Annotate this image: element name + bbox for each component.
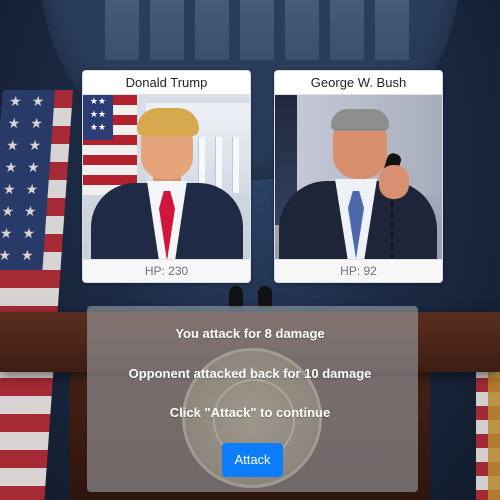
background-window: [285, 0, 319, 60]
american-flag-left: ★ ★ ★ ★ ★ ★ ★ ★ ★ ★ ★ ★ ★ ★ ★ ★: [0, 90, 74, 500]
background-window: [330, 0, 364, 60]
fighter-name: Donald Trump: [83, 71, 250, 95]
microphone-icon: [258, 286, 272, 308]
attack-button[interactable]: Attack: [222, 443, 283, 477]
battle-log-line: You attack for 8 damage: [175, 326, 325, 341]
fighter-hp: HP: 92: [275, 259, 442, 282]
fighter-name: George W. Bush: [275, 71, 442, 95]
portrait-hair: [137, 108, 199, 136]
fighter-portrait: ★★ ★★ ★★: [83, 95, 250, 259]
portrait-flag: ★★ ★★ ★★: [83, 95, 137, 195]
background-window: [240, 0, 274, 60]
phone-cord: [391, 191, 403, 259]
portrait-column: [232, 137, 239, 193]
background-window: [375, 0, 409, 60]
battle-log-line: Click "Attack" to continue: [169, 405, 331, 420]
fighter-hp: HP: 230: [83, 259, 250, 282]
background-window: [150, 0, 184, 60]
background-window: [195, 0, 229, 60]
fighter-card-player: Donald Trump ★★ ★★ ★★ HP: 230: [82, 70, 251, 283]
background-window: [105, 0, 139, 60]
battle-log-line: Opponent attacked back for 10 damage: [128, 366, 372, 381]
portrait-flag-canton: ★★ ★★ ★★: [83, 95, 113, 140]
fighter-portrait: [275, 95, 442, 259]
portrait-hair: [331, 109, 389, 131]
portrait-column: [215, 137, 222, 193]
microphone-icon: [229, 286, 243, 308]
flag-canton-icon: ★ ★ ★ ★ ★ ★ ★ ★ ★ ★ ★ ★ ★ ★ ★ ★: [0, 90, 56, 270]
fighter-card-opponent: George W. Bush HP: 92: [274, 70, 443, 283]
portrait-hand: [379, 165, 409, 199]
